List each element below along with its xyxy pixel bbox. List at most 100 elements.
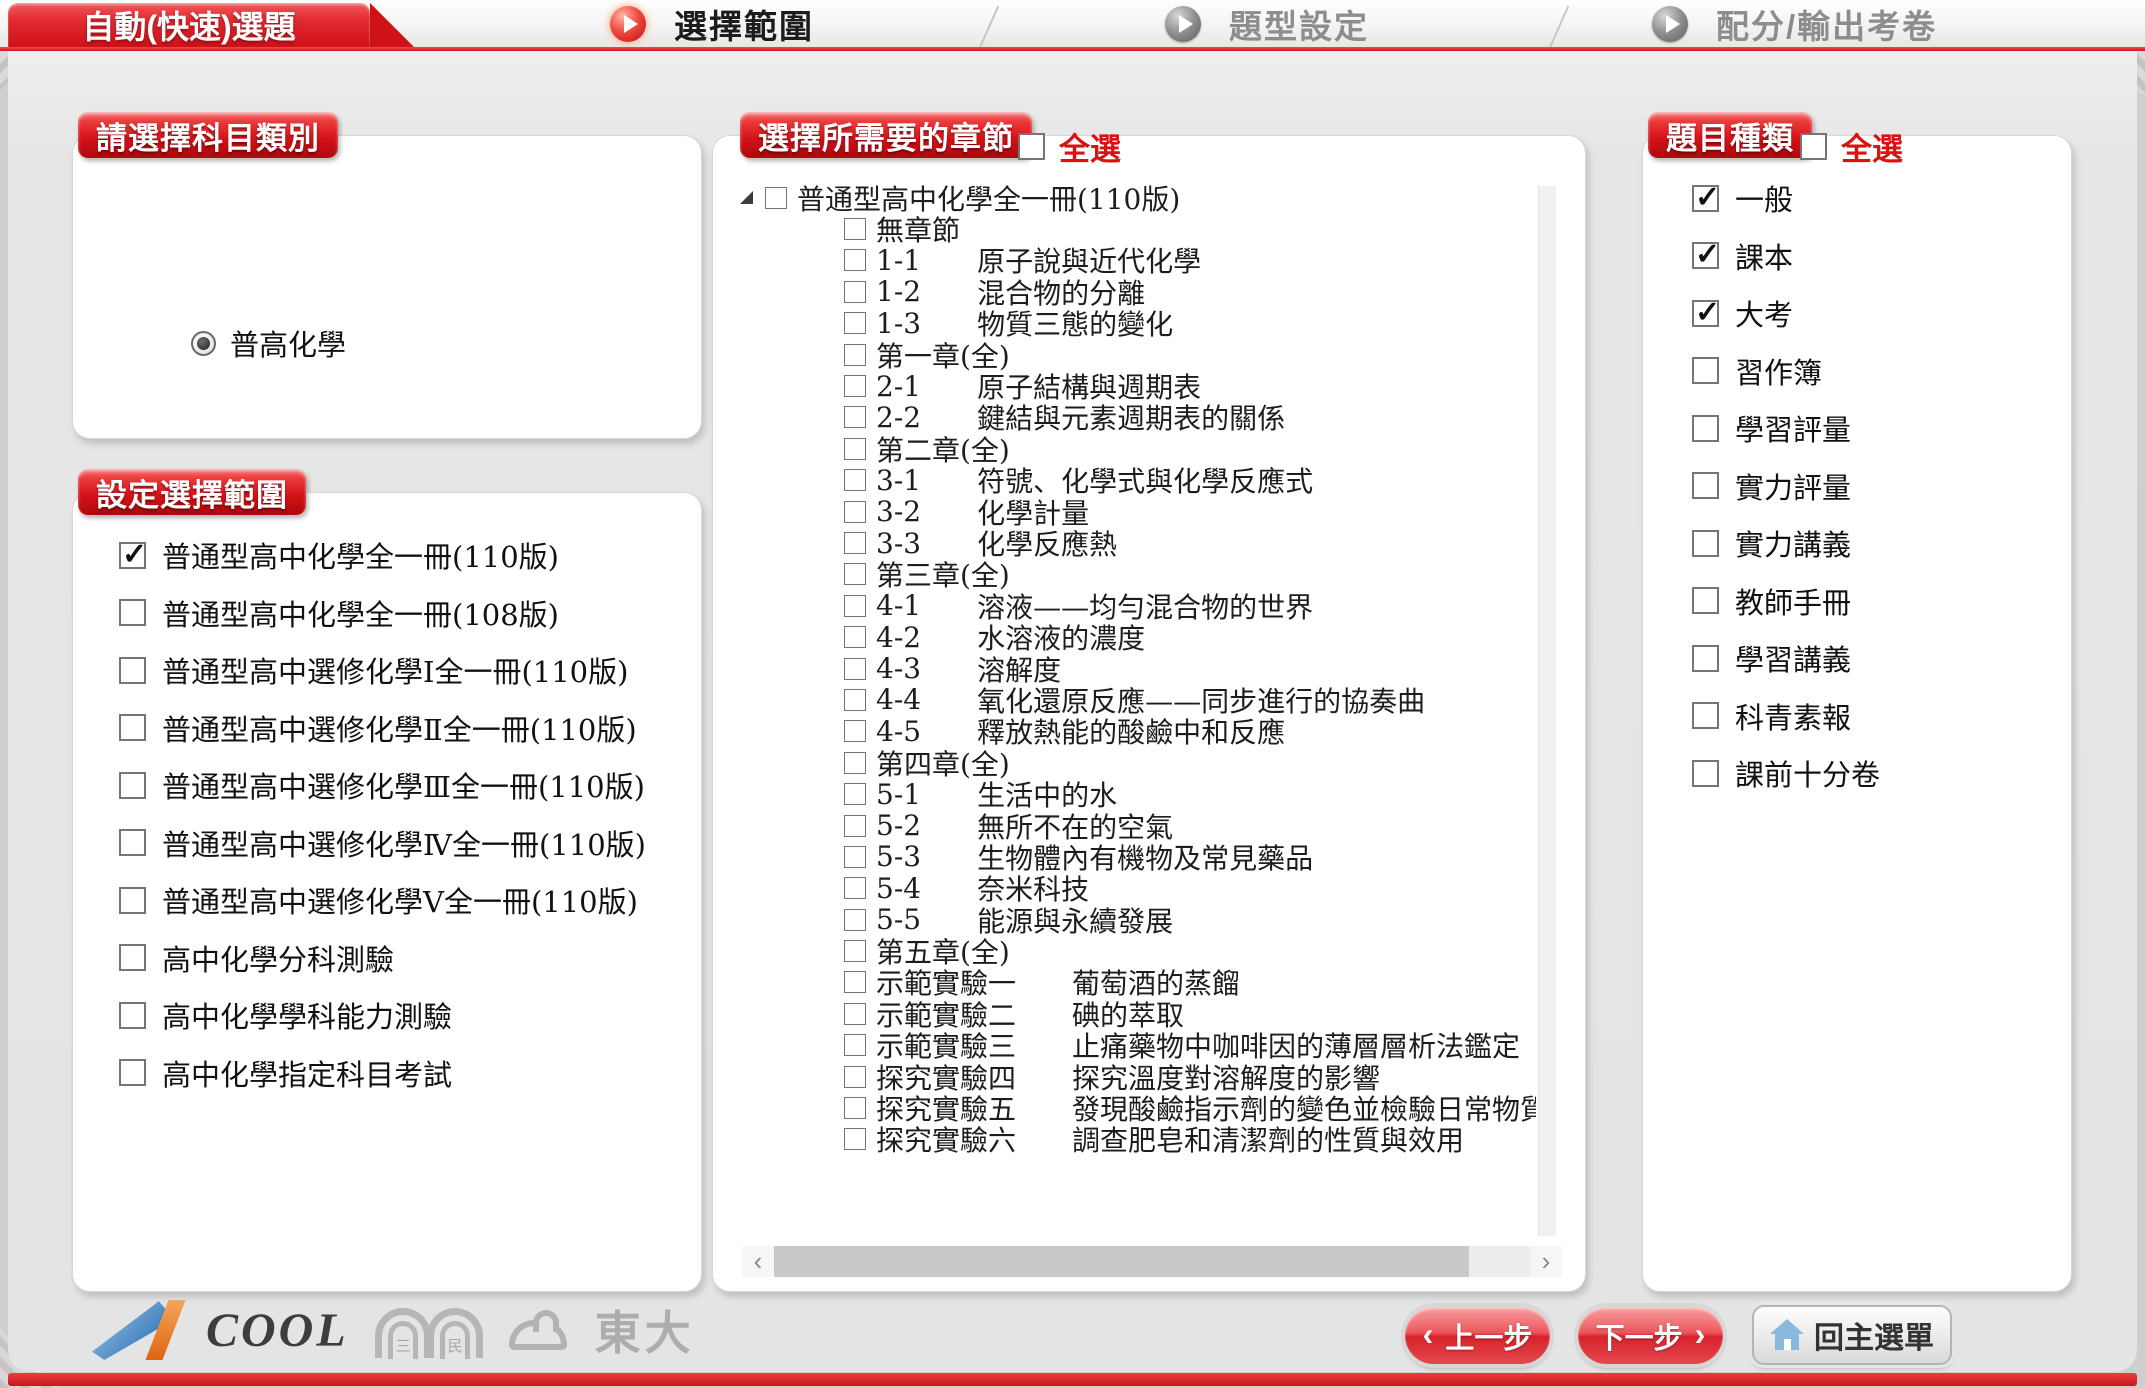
- checkbox[interactable]: [844, 720, 866, 742]
- checkbox-label[interactable]: 課前十分卷: [1735, 752, 1880, 794]
- chapter-number[interactable]: 探究實驗六: [876, 1119, 1016, 1159]
- scope-checkbox-row[interactable]: 普通型高中選修化學Ⅳ全一冊(110版): [119, 829, 646, 857]
- checkbox[interactable]: [1692, 185, 1719, 212]
- checkbox[interactable]: [844, 971, 866, 993]
- checkbox-label[interactable]: 實力評量: [1735, 465, 1851, 507]
- checkbox[interactable]: [1692, 242, 1719, 269]
- scope-checkbox-row[interactable]: 普通型高中選修化學Ⅰ全一冊(110版): [119, 656, 646, 684]
- qtype-checkbox-row[interactable]: 實力講義: [1692, 529, 1880, 557]
- chapter-number[interactable]: 5-3: [876, 840, 921, 873]
- qtype-select-all[interactable]: 全選: [1800, 124, 1903, 169]
- chapter-number[interactable]: 4-1: [876, 589, 921, 622]
- tree-row[interactable]: 3-2 化學計量: [844, 496, 1536, 527]
- checkbox-label[interactable]: 普通型高中化學全一冊(110版): [162, 534, 559, 576]
- checkbox-label[interactable]: 普通型高中化學全一冊(108版): [162, 592, 559, 634]
- checkbox[interactable]: [844, 312, 866, 334]
- checkbox[interactable]: [1692, 357, 1719, 384]
- scope-checkbox-row[interactable]: 普通型高中選修化學Ⅱ全一冊(110版): [119, 714, 646, 742]
- scope-checkbox-row[interactable]: 高中化學分科測驗: [119, 944, 646, 972]
- tab-scoring-export[interactable]: 配分/輸出考卷: [1652, 0, 1937, 47]
- checkbox[interactable]: [1692, 300, 1719, 327]
- qtype-checkbox-row[interactable]: 大考: [1692, 299, 1880, 327]
- checkbox-label[interactable]: 一般: [1735, 177, 1793, 219]
- checkbox[interactable]: [1692, 530, 1719, 557]
- checkbox[interactable]: [844, 281, 866, 303]
- checkbox[interactable]: [844, 501, 866, 523]
- checkbox-label[interactable]: 普通型高中選修化學Ⅱ全一冊(110版): [162, 707, 637, 749]
- radio-selected[interactable]: [191, 331, 216, 356]
- chapter-select-all[interactable]: 全選: [1018, 124, 1121, 169]
- scope-checkbox-row[interactable]: 普通型高中選修化學Ⅲ全一冊(110版): [119, 771, 646, 799]
- tree-expand-icon[interactable]: [740, 191, 753, 204]
- checkbox[interactable]: [844, 877, 866, 899]
- radio-label[interactable]: 普高化學: [230, 322, 346, 364]
- chapter-number[interactable]: 4-4: [876, 683, 921, 716]
- checkbox[interactable]: [119, 887, 146, 914]
- checkbox[interactable]: [1692, 472, 1719, 499]
- tree-row[interactable]: 1-2 混合物的分離: [844, 276, 1536, 307]
- scope-checkbox-row[interactable]: 高中化學學科能力測驗: [119, 1001, 646, 1029]
- tab-select-range[interactable]: 選擇範圍: [610, 0, 814, 47]
- checkbox[interactable]: [119, 944, 146, 971]
- checkbox[interactable]: [119, 829, 146, 856]
- checkbox[interactable]: [844, 909, 866, 931]
- scope-checkbox-row[interactable]: 普通型高中化學全一冊(110版): [119, 541, 646, 569]
- checkbox-label[interactable]: 普通型高中選修化學Ⅲ全一冊(110版): [162, 764, 645, 806]
- chapter-number[interactable]: 3-1: [876, 464, 921, 497]
- back-to-main-menu-button[interactable]: 回主選單: [1752, 1305, 1952, 1365]
- chapter-number[interactable]: 1-1: [876, 244, 921, 277]
- checkbox[interactable]: [844, 375, 866, 397]
- checkbox[interactable]: [844, 783, 866, 805]
- tree-row[interactable]: 5-4 奈米科技: [844, 873, 1536, 904]
- tree-root-row[interactable]: 普通型高中化學全一冊(110版): [740, 182, 1536, 213]
- select-all-label[interactable]: 全選: [1059, 124, 1121, 169]
- next-step-button[interactable]: 下一步 ›: [1578, 1307, 1723, 1364]
- checkbox[interactable]: [1800, 133, 1827, 160]
- chapter-number[interactable]: 3-2: [876, 495, 921, 528]
- h-scrollbar-track[interactable]: [1469, 1246, 1530, 1277]
- qtype-checkbox-row[interactable]: 實力評量: [1692, 472, 1880, 500]
- checkbox[interactable]: [844, 218, 866, 240]
- checkbox[interactable]: [844, 626, 866, 648]
- tree-row[interactable]: 5-3 生物體內有機物及常見藥品: [844, 841, 1536, 872]
- checkbox[interactable]: [119, 542, 146, 569]
- checkbox[interactable]: [1692, 702, 1719, 729]
- previous-step-button[interactable]: ‹ 上一步: [1405, 1307, 1550, 1364]
- checkbox[interactable]: [844, 815, 866, 837]
- chapter-number[interactable]: 4-2: [876, 621, 921, 654]
- qtype-checkbox-row[interactable]: 學習講義: [1692, 644, 1880, 672]
- checkbox[interactable]: [844, 689, 866, 711]
- qtype-checkbox-row[interactable]: 課本: [1692, 242, 1880, 270]
- chapter-number[interactable]: 5-2: [876, 809, 921, 842]
- checkbox-label[interactable]: 實力講義: [1735, 522, 1851, 564]
- checkbox[interactable]: [1692, 760, 1719, 787]
- checkbox-label[interactable]: 科青素報: [1735, 695, 1851, 737]
- checkbox[interactable]: [1692, 645, 1719, 672]
- checkbox[interactable]: [844, 344, 866, 366]
- scope-checkbox-row[interactable]: 普通型高中化學全一冊(108版): [119, 599, 646, 627]
- chapter-number[interactable]: 4-3: [876, 652, 921, 685]
- qtype-checkbox-row[interactable]: 習作簿: [1692, 357, 1880, 385]
- chapter-number[interactable]: 1-2: [876, 275, 921, 308]
- checkbox-label[interactable]: 教師手冊: [1735, 580, 1851, 622]
- qtype-checkbox-row[interactable]: 課前十分卷: [1692, 759, 1880, 787]
- checkbox[interactable]: [765, 187, 787, 209]
- qtype-checkbox-row[interactable]: 科青素報: [1692, 702, 1880, 730]
- checkbox-label[interactable]: 高中化學分科測驗: [162, 937, 394, 979]
- checkbox[interactable]: [119, 1002, 146, 1029]
- checkbox[interactable]: [844, 1066, 866, 1088]
- h-scrollbar-thumb[interactable]: [774, 1246, 1469, 1277]
- checkbox-label[interactable]: 普通型高中選修化學Ⅰ全一冊(110版): [162, 649, 628, 691]
- tree-row[interactable]: 4-2 水溶液的濃度: [844, 621, 1536, 652]
- subject-option-row[interactable]: 普高化學: [191, 322, 346, 364]
- qtype-checkbox-row[interactable]: 一般: [1692, 184, 1880, 212]
- checkbox[interactable]: [1692, 415, 1719, 442]
- checkbox-label[interactable]: 學習講義: [1735, 637, 1851, 679]
- checkbox-label[interactable]: 課本: [1735, 235, 1793, 277]
- qtype-checkbox-row[interactable]: 教師手冊: [1692, 587, 1880, 615]
- tree-row[interactable]: 探究實驗六 調查肥皂和清潔劑的性質與效用: [844, 1124, 1536, 1155]
- checkbox[interactable]: [844, 752, 866, 774]
- tree-horizontal-scrollbar[interactable]: ‹ ›: [742, 1246, 1562, 1277]
- checkbox-label[interactable]: 普通型高中選修化學Ⅳ全一冊(110版): [162, 822, 646, 864]
- chapter-number[interactable]: 5-4: [876, 872, 921, 905]
